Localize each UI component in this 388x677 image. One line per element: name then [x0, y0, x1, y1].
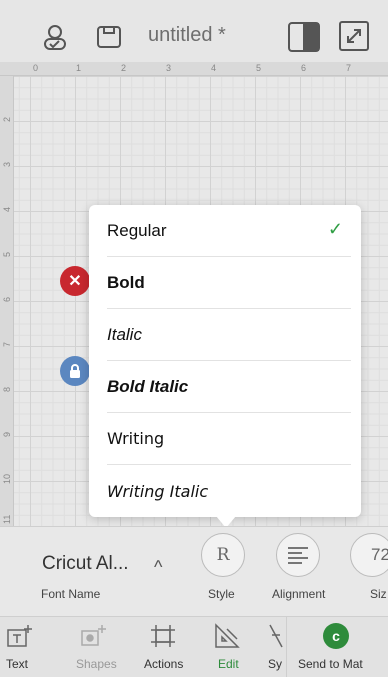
ruler-left-tick: 6: [2, 296, 12, 302]
top-bar: untitled *: [0, 0, 388, 62]
ruler-left-tick: 9: [2, 431, 12, 437]
edit-icon: [213, 623, 241, 649]
style-option-bold[interactable]: Bold: [107, 257, 351, 309]
font-name-label: Font Name: [41, 587, 101, 601]
app: untitled * 0 1 2 3 4 5 6 7 2 3 4 5 6 7 8: [0, 0, 388, 677]
edit-panel: Cricut Al... ^ Font Name R Style Alignme…: [0, 526, 388, 616]
toolbar-label: Shapes: [76, 657, 117, 671]
ruler-top-tick: 6: [301, 63, 307, 73]
style-option-bold-italic[interactable]: Bold Italic: [107, 361, 351, 413]
bottom-toolbar: Text Shapes Actions Edit Sy c Send to Ma…: [0, 616, 388, 677]
style-option-label: Italic: [107, 324, 142, 344]
fullscreen-icon[interactable]: [338, 20, 370, 52]
ruler-top-tick: 0: [33, 63, 39, 73]
ruler-top-tick: 3: [166, 63, 172, 73]
ruler-left-tick: 4: [2, 206, 12, 212]
shapes-icon: [80, 623, 108, 649]
ruler-left: 2 3 4 5 6 7 8 9 10 11: [0, 76, 14, 526]
send-to-mat-label: Send to Mat: [298, 657, 363, 671]
chevron-up-icon[interactable]: ^: [154, 557, 162, 578]
toolbar-label: Edit: [218, 657, 239, 671]
font-name-value[interactable]: Cricut Al...: [42, 553, 129, 575]
alignment-button[interactable]: [276, 533, 320, 577]
style-option-writing[interactable]: Writing: [107, 413, 351, 465]
toolbar-label: Actions: [144, 657, 184, 671]
delete-handle[interactable]: ✕: [60, 266, 90, 296]
ruler-left-tick: 5: [2, 251, 12, 257]
toolbar-label: Text: [6, 657, 29, 671]
style-value: R: [216, 545, 230, 565]
sync-icon: [268, 623, 284, 649]
ruler-top-tick: 7: [346, 63, 352, 73]
document-title: untitled *: [148, 24, 226, 46]
ruler-top-tick: 4: [211, 63, 217, 73]
ruler-left-tick: 7: [2, 341, 12, 347]
style-button[interactable]: R: [201, 533, 245, 577]
checkmark-icon: ✓: [327, 219, 343, 239]
style-option-label: Bold Italic: [107, 376, 189, 396]
ruler-left-tick: 8: [2, 386, 12, 392]
ruler-left-tick: 10: [2, 473, 12, 484]
layers-panel-icon[interactable]: [287, 20, 321, 54]
text-icon: [6, 623, 34, 649]
style-label: Style: [208, 587, 235, 601]
close-icon: ✕: [68, 273, 82, 290]
style-option-regular[interactable]: Regular ✓: [107, 205, 351, 257]
font-style-menu: Regular ✓ Bold Italic Bold Italic Writin…: [89, 205, 361, 517]
ruler-left-tick: 3: [2, 161, 12, 167]
style-option-label: Bold: [107, 272, 145, 292]
style-option-label: Writing: [107, 429, 165, 448]
style-option-italic[interactable]: Italic: [107, 309, 351, 361]
lock-handle[interactable]: [60, 356, 90, 386]
account-icon[interactable]: [40, 22, 70, 52]
ruler-top: 0 1 2 3 4 5 6 7: [0, 62, 388, 76]
ruler-left-tick: 11: [2, 514, 12, 524]
size-label: Siz: [370, 587, 387, 601]
style-option-label: Writing Italic: [107, 481, 209, 501]
ruler-left-tick: 2: [2, 116, 12, 122]
send-to-mat-button[interactable]: c Send to Mat: [286, 617, 388, 677]
ruler-top-tick: 1: [76, 63, 82, 73]
cricut-logo-icon: c: [323, 623, 349, 649]
style-option-label: Regular: [107, 220, 167, 240]
ruler-top-tick: 2: [121, 63, 127, 73]
size-value: 72: [371, 545, 388, 564]
style-option-writing-italic[interactable]: Writing Italic: [107, 465, 351, 517]
save-icon[interactable]: [94, 22, 124, 52]
alignment-label: Alignment: [272, 587, 326, 601]
ruler-top-tick: 5: [256, 63, 262, 73]
actions-icon: [149, 623, 177, 649]
toolbar-label: Sy: [268, 657, 283, 671]
lock-icon: [70, 364, 80, 378]
align-left-icon: [288, 547, 308, 564]
size-button[interactable]: 72: [350, 533, 388, 577]
